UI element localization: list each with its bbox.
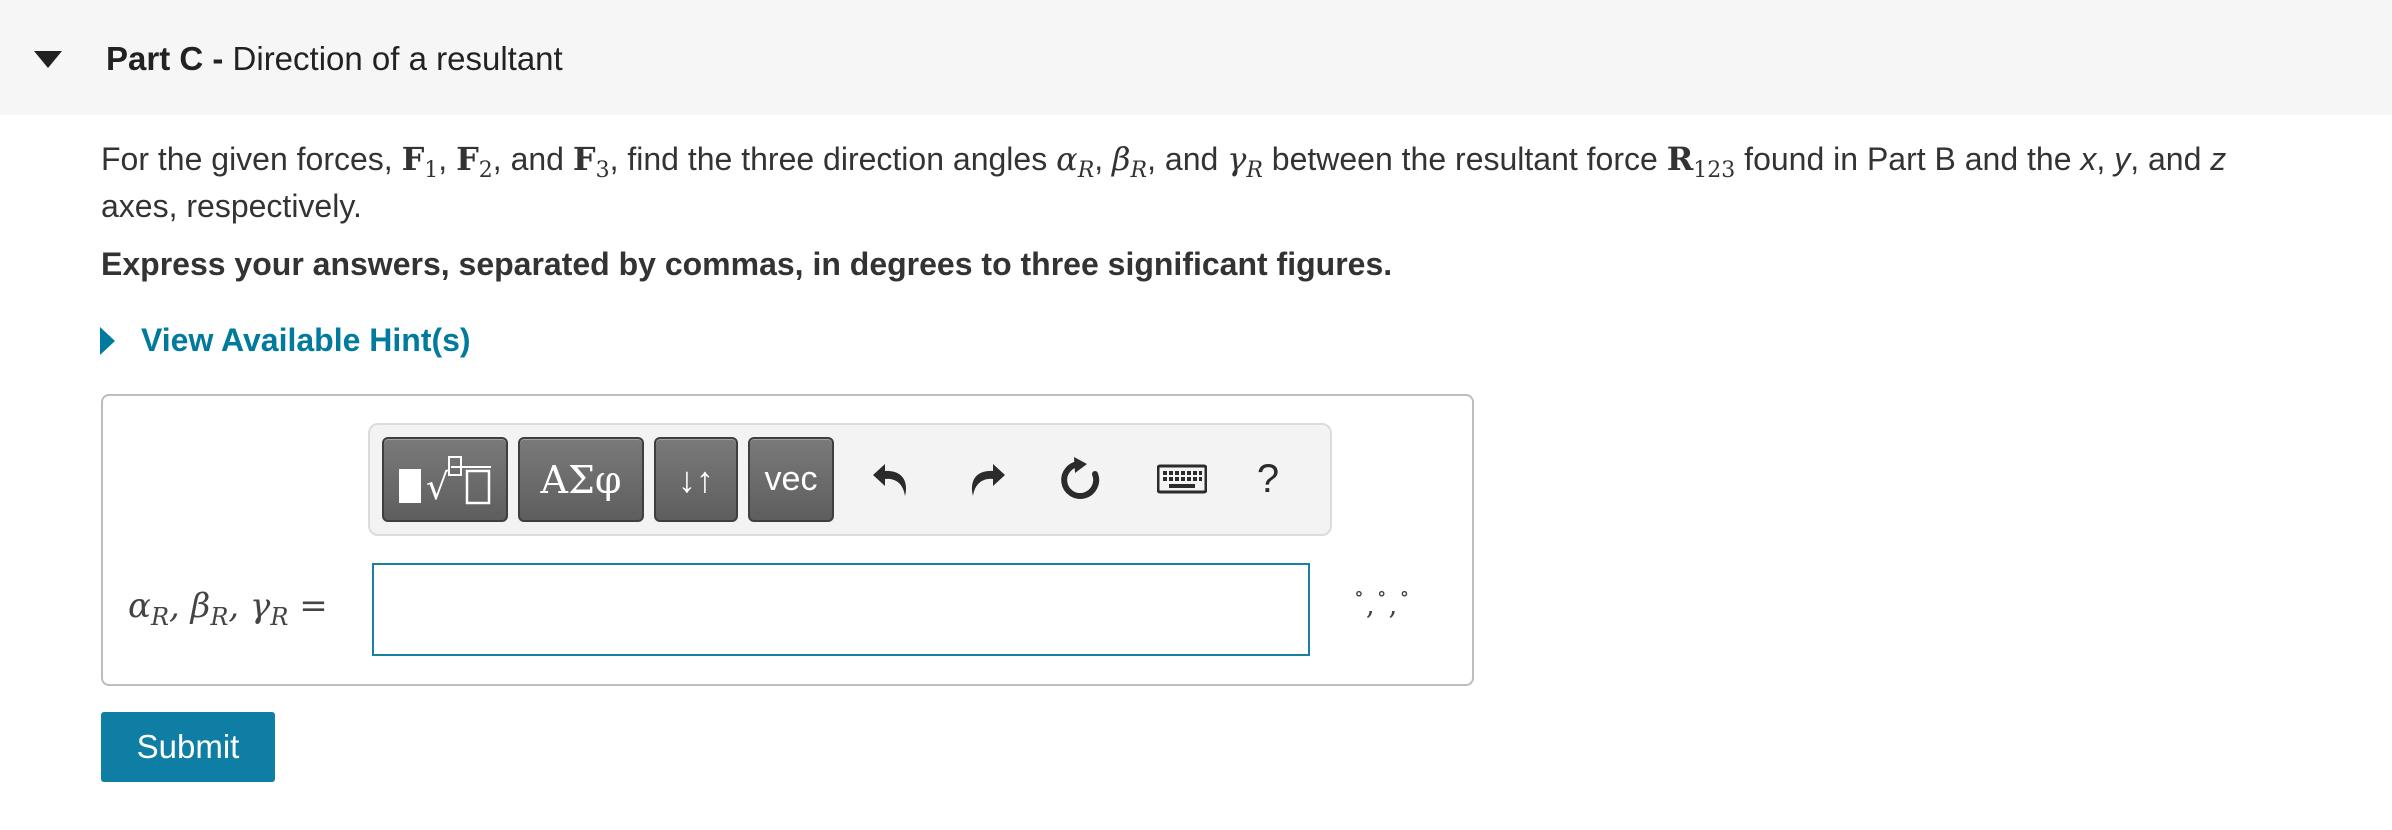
collapse-caret-icon[interactable] — [34, 51, 62, 68]
redo-icon — [971, 464, 1005, 496]
help-button[interactable]: ? — [1242, 453, 1294, 505]
answer-label: αR, βR, γR = — [128, 586, 328, 631]
view-hints-label[interactable]: View Available Hint(s) — [141, 322, 471, 359]
question-text: For the given forces, F1, F2, and F3, fi… — [101, 140, 2227, 224]
part-label: Part C — [106, 40, 204, 77]
arrows-button[interactable]: ↓↑ — [654, 437, 738, 522]
vector-label: vec — [764, 460, 818, 498]
units-label: ∘,∘,∘ — [1354, 581, 1412, 621]
undo-icon — [873, 464, 907, 496]
submit-button[interactable]: Submit — [101, 712, 275, 782]
templates-button[interactable]: √ — [382, 437, 508, 522]
expand-caret-icon[interactable] — [100, 326, 115, 355]
help-label: ? — [1256, 456, 1280, 501]
answer-instruction: Express your answers, separated by comma… — [101, 246, 1393, 282]
vector-button[interactable]: vec — [748, 437, 834, 522]
part-separator: - — [203, 40, 233, 77]
arrows-label: ↓↑ — [678, 458, 714, 500]
answer-input[interactable] — [372, 563, 1310, 656]
greek-letters-label: ΑΣφ — [540, 457, 622, 502]
templates-icon: √ — [399, 455, 491, 508]
math-toolbar: √ ΑΣφ ↓↑ vec ? — [368, 423, 1332, 536]
reset-button[interactable] — [1054, 453, 1106, 505]
redo-button[interactable] — [960, 453, 1012, 505]
reset-icon — [1061, 457, 1100, 499]
part-header[interactable]: Part C - Direction of a resultant — [0, 0, 2392, 115]
view-hints-link[interactable]: View Available Hint(s) — [100, 322, 471, 359]
greek-letters-button[interactable]: ΑΣφ — [518, 437, 644, 522]
part-name: Direction of a resultant — [232, 40, 563, 77]
svg-text:√: √ — [426, 467, 449, 508]
part-title: Part C - Direction of a resultant — [106, 40, 563, 78]
keyboard-icon — [1157, 464, 1207, 494]
keyboard-button[interactable] — [1154, 453, 1210, 505]
undo-button[interactable] — [866, 453, 918, 505]
